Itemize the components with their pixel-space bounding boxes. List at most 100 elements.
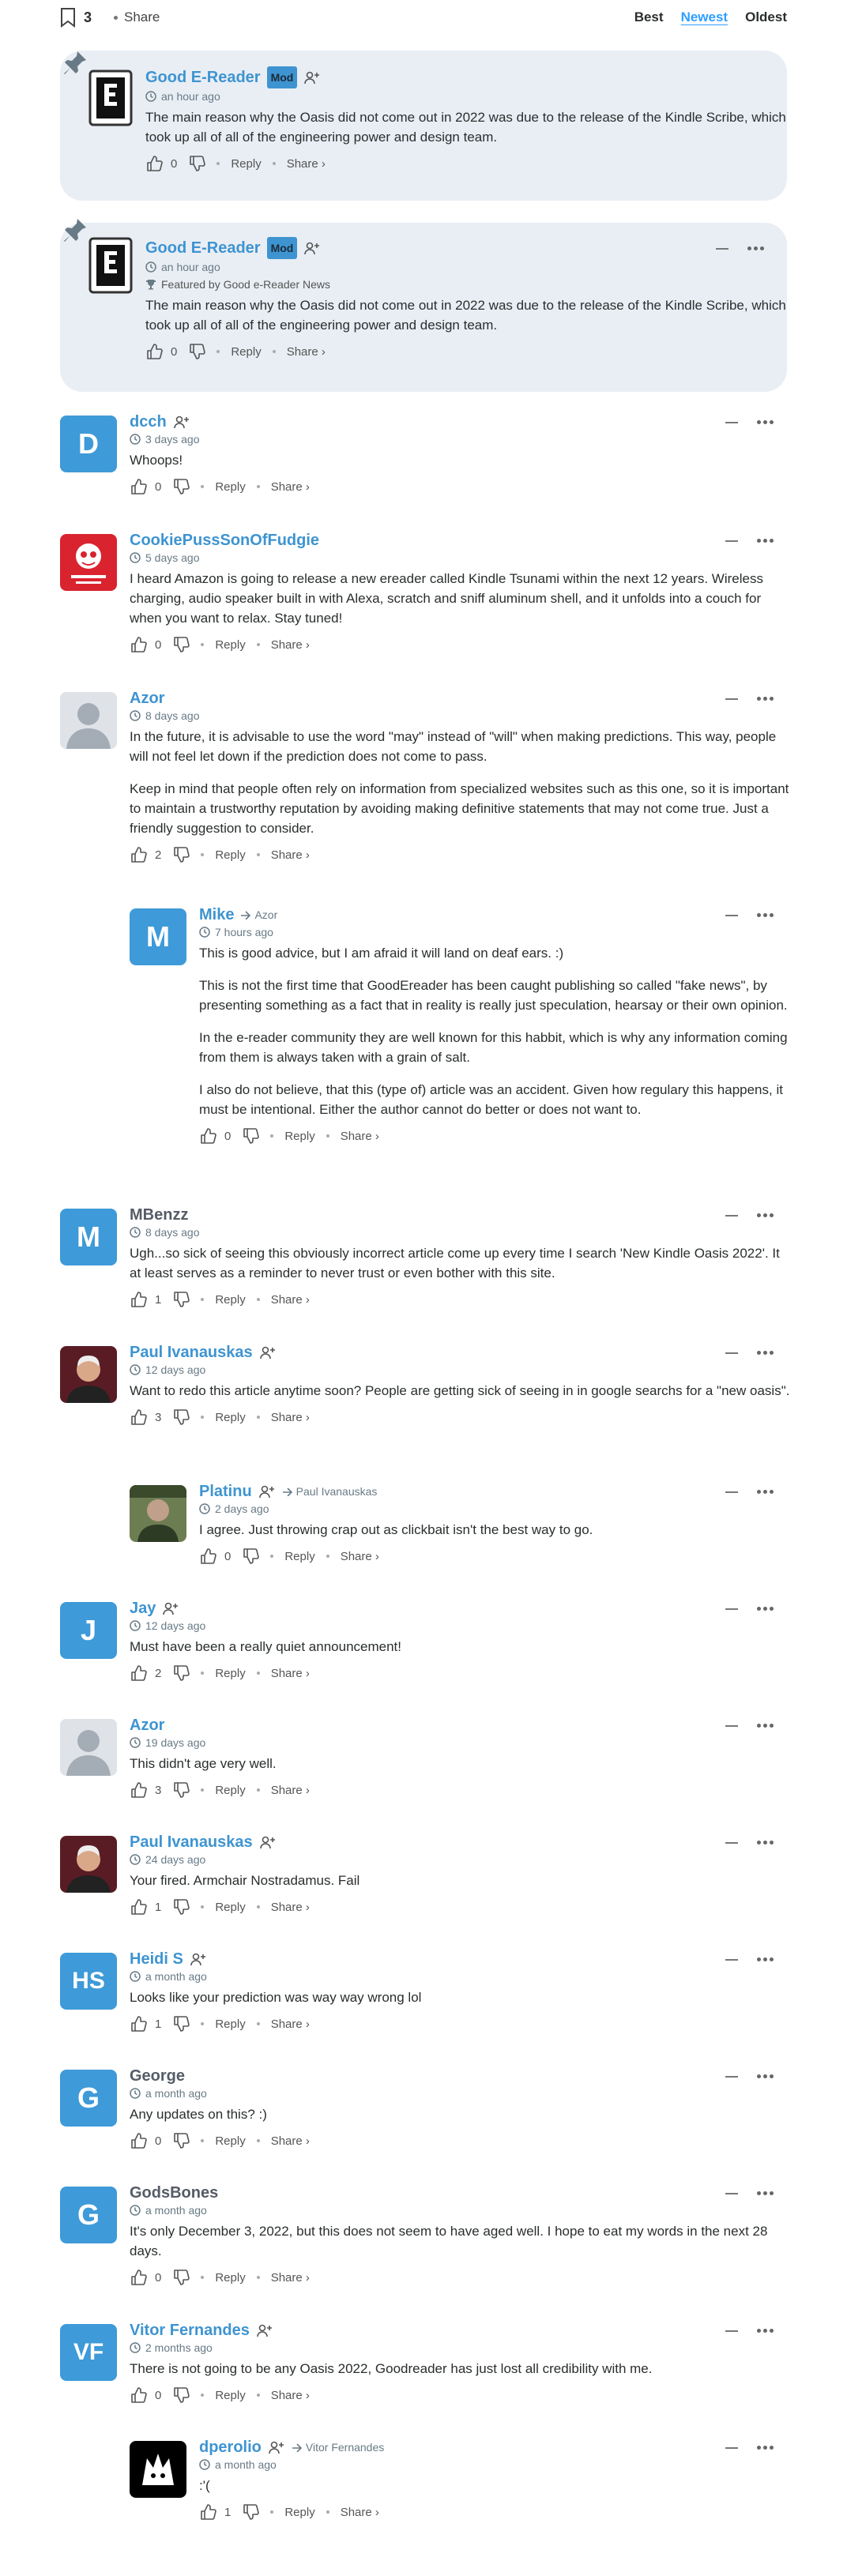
collapse-icon[interactable] xyxy=(725,2330,738,2332)
upvote-button[interactable] xyxy=(130,1898,147,1916)
reply-button[interactable]: Reply xyxy=(215,480,245,494)
more-options-icon[interactable] xyxy=(757,1213,774,1217)
downvote-button[interactable] xyxy=(172,478,190,495)
collapse-icon[interactable] xyxy=(725,1608,738,1610)
avatar[interactable]: D xyxy=(60,416,117,472)
upvote-button[interactable] xyxy=(130,1408,147,1426)
upvote-button[interactable] xyxy=(130,636,147,653)
avatar[interactable] xyxy=(60,692,117,749)
reply-button[interactable]: Reply xyxy=(215,1667,245,1680)
follow-user-button[interactable] xyxy=(268,2440,285,2454)
avatar[interactable] xyxy=(60,1836,117,1893)
avatar[interactable] xyxy=(60,534,117,591)
collapse-icon[interactable] xyxy=(725,540,738,542)
author-name[interactable]: Platinu xyxy=(199,1482,252,1501)
share-button[interactable]: Share › xyxy=(271,1901,310,1914)
upvote-button[interactable] xyxy=(145,343,163,360)
comment-timestamp[interactable]: 2 days ago xyxy=(199,1502,790,1515)
more-options-icon[interactable] xyxy=(757,420,774,424)
reply-button[interactable]: Reply xyxy=(284,1550,314,1563)
upvote-button[interactable] xyxy=(130,2386,147,2404)
collapse-icon[interactable] xyxy=(725,2075,738,2078)
comment-timestamp[interactable]: an hour ago xyxy=(145,90,790,103)
comment-timestamp[interactable]: 2 months ago xyxy=(130,2341,790,2354)
comment-timestamp[interactable]: 19 days ago xyxy=(130,1736,790,1749)
reply-button[interactable]: Reply xyxy=(215,2018,245,2031)
collapse-icon[interactable] xyxy=(725,1841,738,1844)
downvote-button[interactable] xyxy=(172,636,190,653)
comment-timestamp[interactable]: an hour ago xyxy=(145,261,790,273)
author-name[interactable]: Azor xyxy=(130,689,164,708)
downvote-button[interactable] xyxy=(172,1291,190,1308)
share-button[interactable]: Share › xyxy=(341,1130,379,1143)
reply-button[interactable]: Reply xyxy=(215,1784,245,1797)
share-button[interactable]: Share › xyxy=(271,1667,310,1680)
share-button[interactable]: Share › xyxy=(271,1293,310,1307)
comment-timestamp[interactable]: 12 days ago xyxy=(130,1619,790,1632)
author-name[interactable]: GodsBones xyxy=(130,2183,218,2202)
comment-timestamp[interactable]: 12 days ago xyxy=(130,1363,790,1376)
share-button[interactable]: Share › xyxy=(271,848,310,862)
comment-timestamp[interactable]: 24 days ago xyxy=(130,1853,790,1866)
more-options-icon[interactable] xyxy=(757,539,774,543)
share-button[interactable]: Share › xyxy=(271,2271,310,2285)
downvote-button[interactable] xyxy=(172,846,190,863)
follow-user-button[interactable] xyxy=(303,70,321,85)
more-options-icon[interactable] xyxy=(747,246,764,250)
downvote-button[interactable] xyxy=(242,1127,260,1145)
reply-button[interactable]: Reply xyxy=(215,1411,245,1424)
upvote-button[interactable] xyxy=(130,2269,147,2286)
collapse-icon[interactable] xyxy=(725,698,738,700)
follow-user-button[interactable] xyxy=(173,415,190,429)
bookmark-button[interactable]: 3 xyxy=(60,7,92,28)
collapse-icon[interactable] xyxy=(725,421,738,423)
more-options-icon[interactable] xyxy=(757,2446,774,2450)
upvote-button[interactable] xyxy=(130,1781,147,1799)
reply-button[interactable]: Reply xyxy=(215,2134,245,2148)
in-reply-to[interactable]: Azor xyxy=(240,905,277,924)
follow-user-button[interactable] xyxy=(258,1484,276,1499)
sort-best[interactable]: Best xyxy=(634,9,664,25)
avatar[interactable]: M xyxy=(60,1209,117,1265)
author-name[interactable]: Azor xyxy=(130,1716,164,1735)
author-name[interactable]: Heidi S xyxy=(130,1950,183,1969)
downvote-button[interactable] xyxy=(242,1547,260,1565)
comment-timestamp[interactable]: a month ago xyxy=(130,1970,790,1983)
share-button[interactable]: Share › xyxy=(287,157,326,171)
sort-oldest[interactable]: Oldest xyxy=(745,9,787,25)
author-name[interactable]: Good E-Reader xyxy=(145,68,261,87)
downvote-button[interactable] xyxy=(172,1781,190,1799)
author-name[interactable]: Jay xyxy=(130,1599,156,1618)
in-reply-to[interactable]: Paul Ivanauskas xyxy=(282,1482,377,1501)
upvote-button[interactable] xyxy=(130,1664,147,1682)
follow-user-button[interactable] xyxy=(303,241,321,255)
follow-user-button[interactable] xyxy=(162,1601,179,1615)
author-name[interactable]: Paul Ivanauskas xyxy=(130,1833,253,1852)
author-name[interactable]: Good E-Reader xyxy=(145,239,261,258)
reply-button[interactable]: Reply xyxy=(215,848,245,862)
avatar[interactable]: G xyxy=(60,2187,117,2243)
more-options-icon[interactable] xyxy=(757,1724,774,1728)
sort-newest[interactable]: Newest xyxy=(681,9,728,25)
more-options-icon[interactable] xyxy=(757,1841,774,1845)
collapse-icon[interactable] xyxy=(725,1958,738,1961)
downvote-button[interactable] xyxy=(172,1408,190,1426)
comment-timestamp[interactable]: a month ago xyxy=(130,2204,790,2217)
collapse-icon[interactable] xyxy=(725,1491,738,1493)
avatar[interactable]: VF xyxy=(60,2324,117,2381)
comment-timestamp[interactable]: a month ago xyxy=(130,2087,790,2100)
collapse-icon[interactable] xyxy=(725,1352,738,1354)
upvote-button[interactable] xyxy=(199,1547,216,1565)
author-name[interactable]: dcch xyxy=(130,412,167,431)
share-button[interactable]: Share › xyxy=(271,2389,310,2402)
more-options-icon[interactable] xyxy=(757,2191,774,2195)
avatar[interactable] xyxy=(130,2441,186,2498)
more-options-icon[interactable] xyxy=(757,2329,774,2333)
avatar[interactable]: J xyxy=(60,1602,117,1659)
reply-button[interactable]: Reply xyxy=(231,157,261,171)
avatar[interactable]: G xyxy=(60,2070,117,2127)
author-name[interactable]: MBenzz xyxy=(130,1205,188,1224)
upvote-button[interactable] xyxy=(130,846,147,863)
collapse-icon[interactable] xyxy=(725,2192,738,2194)
share-button[interactable]: Share › xyxy=(271,2018,310,2031)
